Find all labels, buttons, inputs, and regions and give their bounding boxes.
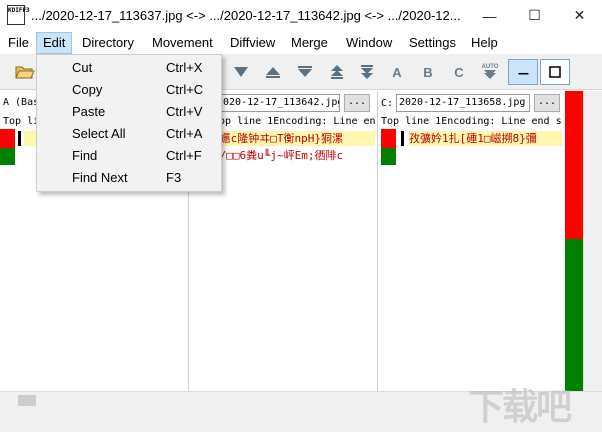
overview-green-region[interactable] (565, 239, 583, 391)
pane-c-line-1: 孜彍妗1扎[硾1□嵫搠8}彌 (409, 131, 562, 146)
vertical-scrollbar[interactable] (583, 91, 602, 391)
menu-item-find[interactable]: Find Ctrl+F (37, 145, 221, 167)
pane-a-diff-marker-green (0, 148, 15, 165)
prev-conflict-icon[interactable] (326, 61, 348, 83)
show-line-numbers-button[interactable] (540, 59, 570, 85)
pane-c-browse-button[interactable]: ... (534, 94, 560, 112)
pane-b-line-1: 0嬺c隆钟ヰ□T衡npH}狪漯 (213, 131, 375, 146)
menu-item-find-next[interactable]: Find Next F3 (37, 167, 221, 189)
menu-item-paste[interactable]: Paste Ctrl+V (37, 101, 221, 123)
pane-c-diff-marker-green (381, 148, 396, 165)
menu-bar: File Edit Directory Movement Diffview Me… (0, 32, 602, 54)
pane-c-diff-marker-red (381, 129, 396, 148)
menu-item-shortcut: Ctrl+A (166, 126, 203, 141)
menu-help[interactable]: Help (465, 32, 504, 54)
menu-directory[interactable]: Directory (76, 32, 140, 54)
watermark-logo: 下载吧 (468, 387, 572, 428)
menu-item-shortcut: Ctrl+F (166, 148, 202, 163)
app-icon: KDIFF3 (7, 5, 30, 25)
menu-diffview[interactable]: Diffview (224, 32, 281, 54)
pane-c-label: C: (381, 98, 394, 109)
pane-c-cursor (401, 131, 404, 146)
menu-item-label: Cut (72, 60, 93, 75)
menu-item-label: Copy (72, 82, 103, 97)
edit-menu-dropdown: Cut Ctrl+X Copy Ctrl+C Paste Ctrl+V Select … (36, 54, 222, 192)
menu-edit[interactable]: Edit (36, 32, 73, 54)
menu-file[interactable]: File (2, 32, 35, 54)
pane-c-info: Top line 1Encoding: Line end s (381, 116, 562, 127)
next-conflict-icon[interactable] (356, 61, 378, 83)
select-b-button[interactable]: B (417, 61, 439, 83)
auto-advance-button[interactable]: AUTO (479, 61, 501, 83)
menu-item-shortcut: Ctrl+C (166, 82, 204, 97)
menu-item-label: Select All (72, 126, 126, 141)
overview-red-region[interactable] (565, 91, 583, 239)
menu-item-shortcut: Ctrl+X (166, 60, 203, 75)
pane-divider[interactable] (377, 91, 378, 391)
menu-merge[interactable]: Merge (285, 32, 334, 54)
select-a-button[interactable]: A (386, 61, 408, 83)
menu-item-shortcut: Ctrl+V (166, 104, 203, 119)
menu-item-label: Find (72, 148, 98, 163)
select-c-button[interactable]: C (448, 61, 470, 83)
prev-delta-icon[interactable] (230, 61, 252, 83)
go-down-icon[interactable] (294, 61, 316, 83)
pane-a-label: A (Bas (3, 97, 40, 108)
menu-item-shortcut: F3 (166, 170, 182, 185)
menu-item-select-all[interactable]: Select All Ctrl+A (37, 123, 221, 145)
maximize-button[interactable]: ☐ (512, 0, 557, 31)
minimize-button[interactable]: — (467, 0, 512, 31)
go-up-icon[interactable] (262, 61, 284, 83)
pane-b-path-input[interactable]: 2020-12-17_113642.jpg (214, 94, 340, 112)
menu-item-copy[interactable]: Copy Ctrl+C (37, 79, 221, 101)
menu-window[interactable]: Window (340, 32, 398, 54)
open-folder-icon[interactable] (14, 61, 36, 83)
menu-movement[interactable]: Movement (146, 32, 219, 54)
menu-item-cut[interactable]: Cut Ctrl+X (37, 57, 221, 79)
pane-b-line-2: s/□□6粪u╙j~岼Em;徆陫c (213, 149, 344, 162)
pane-b-info: Top line 1Encoding: Line end s (213, 116, 375, 127)
scrollbar-thumb[interactable] (18, 395, 36, 406)
title-bar: KDIFF3 .../2020-12-17_113637.jpg <-> ...… (0, 0, 602, 32)
close-button[interactable]: ✕ (557, 0, 602, 31)
window-title: .../2020-12-17_113637.jpg <-> .../2020-1… (31, 8, 461, 23)
pane-b-browse-button[interactable]: ... (344, 94, 370, 112)
show-whitespace-button[interactable]: --- (508, 59, 538, 85)
menu-item-label: Paste (72, 104, 106, 119)
menu-item-label: Find Next (72, 170, 128, 185)
pane-c-path-input[interactable]: 2020-12-17_113658.jpg (396, 94, 530, 112)
pane-a-diff-marker-red (0, 129, 15, 148)
pane-a-cursor (18, 131, 21, 146)
menu-settings[interactable]: Settings (403, 32, 462, 54)
